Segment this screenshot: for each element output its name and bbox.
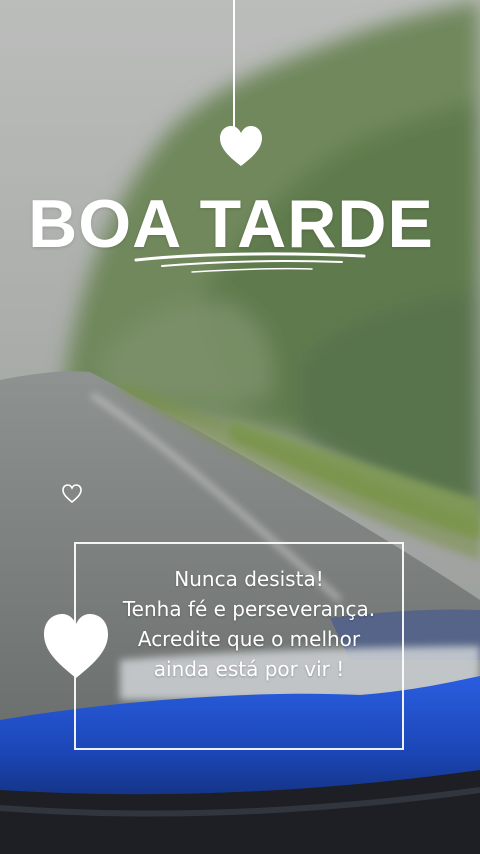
underline-swoosh (134, 252, 366, 273)
heart-outline-icon (62, 484, 82, 504)
heart-icon (44, 614, 108, 678)
message-line-2: Tenha fé e perseverança. (122, 597, 376, 621)
message-line-3: Acredite que o melhor (137, 627, 361, 651)
message-text: Nunca desista! Tenha fé e perseverança. … (84, 564, 414, 684)
message-line-4: ainda está por vir ! (153, 657, 345, 681)
message-line-1: Nunca desista! (174, 567, 324, 591)
hanging-string (233, 0, 235, 128)
heart-icon (220, 126, 262, 166)
